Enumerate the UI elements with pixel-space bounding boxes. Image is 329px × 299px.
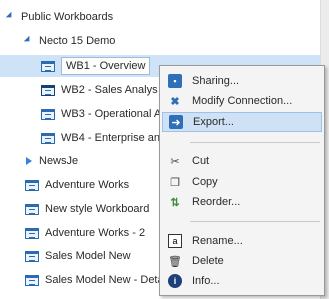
tree-item-label: WB1 - Overview: [61, 57, 151, 75]
tree-item-label: New style Workboard: [45, 203, 150, 215]
tree-item-label: WB2 - Sales Analys: [61, 84, 158, 96]
menu-item-rename[interactable]: a Rename...: [162, 231, 322, 251]
menu-item-label: Sharing...: [192, 75, 240, 87]
tree-root-public-workboards[interactable]: Public Workboards: [0, 6, 320, 28]
tree-item-label: WB4 - Enterprise an: [61, 132, 161, 144]
workboard-icon: [25, 250, 39, 262]
scissors-icon: ✂: [170, 155, 180, 168]
expand-arrow-icon[interactable]: [23, 35, 33, 45]
workboard-icon: [25, 274, 39, 286]
menu-item-label: Export...: [193, 116, 234, 128]
menu-item-reorder[interactable]: ⇅ Reorder...: [162, 192, 322, 212]
info-icon: i: [168, 274, 182, 288]
context-menu: ▪ Sharing... ✖ Modify Connection... ➜ Ex…: [159, 65, 325, 296]
menu-separator: [190, 142, 320, 143]
menu-item-modify-connection[interactable]: ✖ Modify Connection...: [162, 91, 322, 111]
tree-root-label: Public Workboards: [21, 11, 114, 23]
workboard-icon: [41, 84, 55, 96]
trash-icon: 🗑: [168, 255, 182, 268]
menu-item-label: Modify Connection...: [192, 95, 293, 107]
menu-item-export[interactable]: ➜ Export...: [162, 112, 322, 132]
tree-item-label: Sales Model New: [45, 250, 131, 262]
plug-icon: ✖: [170, 95, 180, 108]
menu-item-delete[interactable]: 🗑 Delete: [162, 251, 322, 271]
menu-item-info[interactable]: i Info...: [162, 271, 322, 291]
workboard-icon: [25, 203, 39, 215]
reorder-icon: ⇅: [170, 196, 180, 209]
menu-item-label: Copy: [192, 176, 218, 188]
copy-icon: ❐: [170, 176, 180, 189]
collapse-arrow-icon[interactable]: [26, 157, 32, 165]
menu-item-label: Delete: [192, 255, 224, 267]
expand-arrow-icon[interactable]: [5, 11, 15, 21]
workboard-icon: [25, 179, 39, 191]
tree-folder-necto[interactable]: Necto 15 Demo: [0, 30, 320, 52]
menu-item-sharing[interactable]: ▪ Sharing...: [162, 71, 322, 91]
workboard-icon: [25, 227, 39, 239]
menu-item-label: Cut: [192, 155, 210, 167]
workboard-icon: [41, 60, 55, 72]
tree-folder-label: NewsJe: [39, 155, 79, 167]
tree-folder-label: Necto 15 Demo: [39, 35, 116, 47]
lock-icon: ▪: [168, 74, 182, 88]
menu-item-label: Reorder...: [192, 196, 241, 208]
menu-item-label: Info...: [192, 275, 220, 287]
menu-separator: [190, 221, 320, 222]
tree-item-label: Adventure Works: [45, 179, 130, 191]
menu-item-cut[interactable]: ✂ Cut: [162, 151, 322, 171]
rename-icon: a: [168, 234, 182, 248]
tree-item-label: WB3 - Operational A: [61, 108, 162, 120]
workboard-icon: [41, 108, 55, 120]
tree-item-label: Adventure Works - 2: [45, 227, 146, 239]
tree-item-label: Sales Model New - Deta: [45, 274, 164, 286]
workboard-icon: [41, 132, 55, 144]
menu-item-label: Rename...: [192, 235, 243, 247]
menu-item-copy[interactable]: ❐ Copy: [162, 172, 322, 192]
export-icon: ➜: [169, 115, 183, 129]
